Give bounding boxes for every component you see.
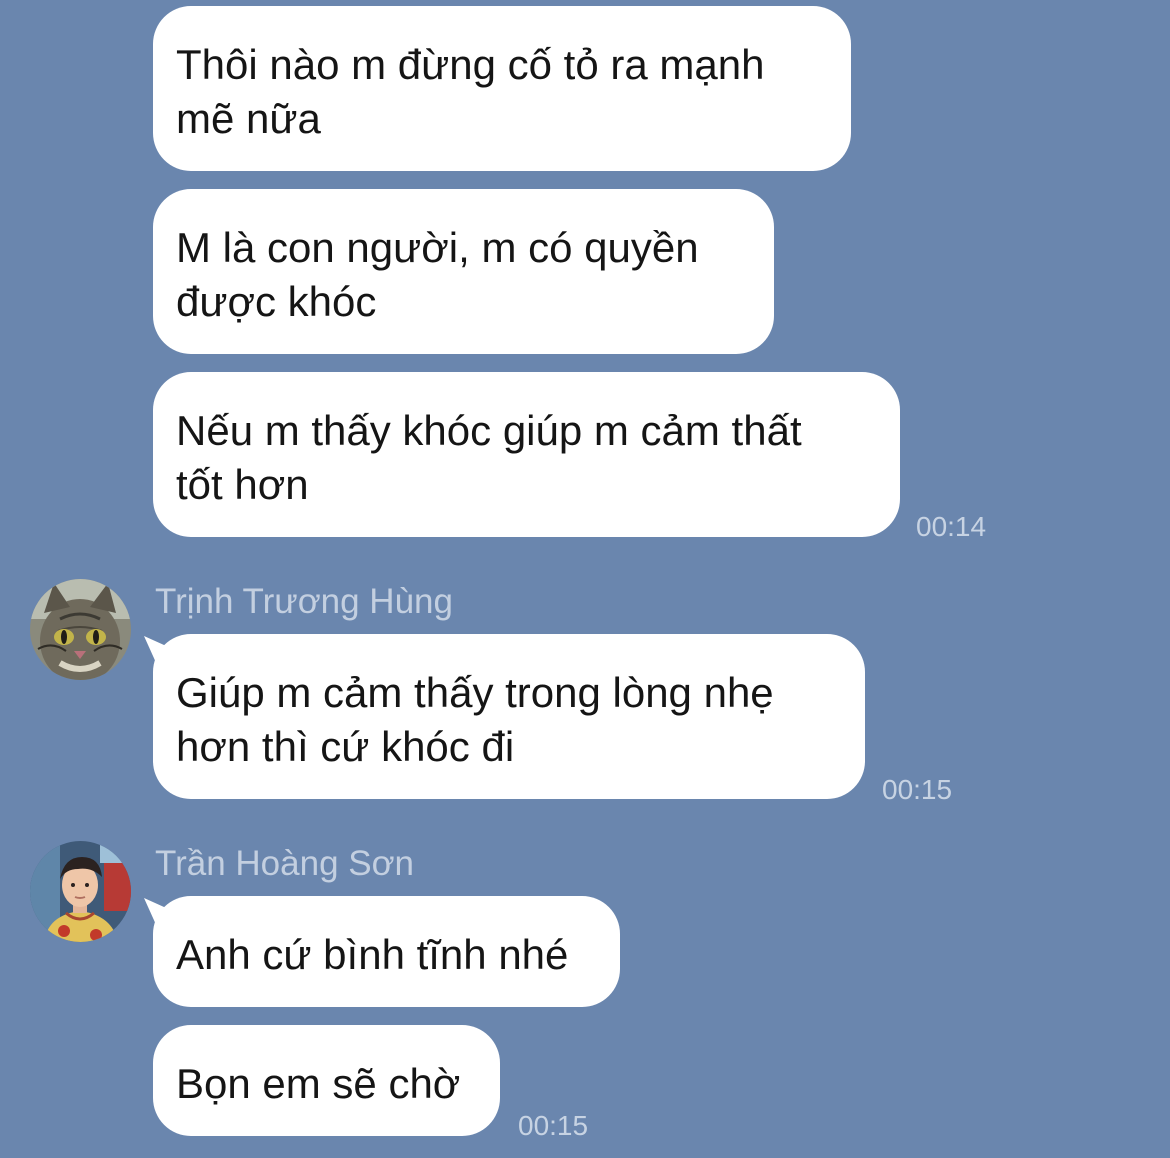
message-bubble[interactable]: Bọn em sẽ chờ xyxy=(153,1025,500,1136)
sender-name: Trần Hoàng Sơn xyxy=(155,844,415,883)
message-bubble[interactable]: Giúp m cảm thấy trong lòng nhẹ hơn thì c… xyxy=(153,634,865,799)
sender-name: Trịnh Trương Hùng xyxy=(155,582,453,621)
message-timestamp: 00:15 xyxy=(518,1110,589,1141)
person-avatar[interactable] xyxy=(30,841,131,942)
message-bubble[interactable]: Anh cứ bình tĩnh nhé xyxy=(153,896,620,1007)
message-bubble[interactable]: Nếu m thấy khóc giúp m cảm thất tốt hơn xyxy=(153,372,900,537)
message-bubble[interactable]: M là con người, m có quyền được khóc xyxy=(153,189,774,354)
cat-avatar[interactable] xyxy=(30,579,131,680)
message-timestamp: 00:14 xyxy=(916,511,987,542)
message-bubble[interactable]: Thôi nào m đừng cố tỏ ra mạnh mẽ nữa xyxy=(153,6,851,171)
message-timestamp: 00:15 xyxy=(882,774,953,805)
